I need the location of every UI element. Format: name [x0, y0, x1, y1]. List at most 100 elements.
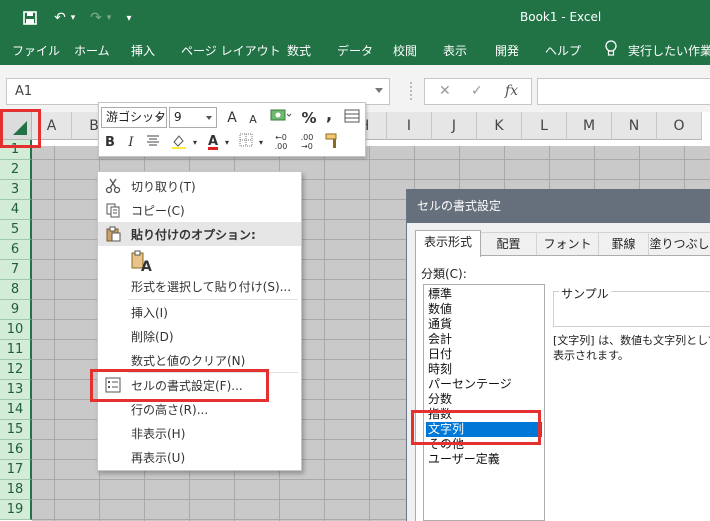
menu-item-copy[interactable]: コピー(C) [98, 198, 301, 222]
cancel-icon[interactable]: ✕ [439, 83, 451, 99]
tab-font[interactable]: フォント [537, 232, 599, 255]
row-header-3[interactable]: 3 [0, 180, 32, 200]
category-item[interactable]: 数値 [426, 302, 542, 317]
tab-help[interactable]: ヘルプ [545, 42, 581, 59]
chevron-down-icon[interactable]: ▾ [223, 133, 231, 153]
row-header-15[interactable]: 15 [0, 420, 32, 440]
tell-me-search[interactable]: 実行したい作業を [628, 42, 710, 59]
column-header-l[interactable]: L [522, 112, 567, 140]
tab-file[interactable]: ファイル [12, 42, 60, 59]
shrink-font-button[interactable]: A [247, 110, 259, 130]
column-header-n[interactable]: N [612, 112, 657, 140]
column-header-o[interactable]: O [657, 112, 702, 140]
category-item[interactable]: 会計 [426, 332, 542, 347]
copy-icon [105, 202, 121, 218]
column-header-k[interactable]: K [477, 112, 522, 140]
tab-review[interactable]: 校閲 [393, 42, 417, 59]
title-bar: ↶ ▾ ↷ ▾ ▾ Book1 - Excel [0, 0, 710, 36]
dialog-tabs: 表示形式 配置 フォント 罫線 塗りつぶし [415, 230, 710, 257]
font-size-combo[interactable]: 9 [169, 107, 217, 128]
format-painter-icon[interactable] [323, 132, 343, 152]
category-label: 分類(C): [421, 267, 467, 281]
row-header-12[interactable]: 12 [0, 360, 32, 380]
column-header-j[interactable]: J [432, 112, 477, 140]
format-painter-table-icon[interactable] [343, 108, 361, 128]
row-header-4[interactable]: 4 [0, 200, 32, 220]
menu-header-paste-options: 貼り付けのオプション: [98, 222, 301, 246]
grow-font-button[interactable]: A [225, 108, 239, 128]
redo-icon[interactable]: ↷ [86, 8, 106, 28]
increase-decimal-button[interactable]: ←0 .00 [269, 133, 293, 153]
column-header-i[interactable]: I [387, 112, 432, 140]
tab-home[interactable]: ホーム [74, 42, 110, 59]
name-box[interactable]: A1 [6, 78, 390, 105]
row-header-7[interactable]: 7 [0, 260, 32, 280]
row-header-9[interactable]: 9 [0, 300, 32, 320]
undo-dropdown-icon[interactable]: ▾ [68, 8, 78, 28]
menu-item-paste-special[interactable]: 形式を選択して貼り付け(S)... [98, 274, 301, 298]
chevron-down-icon[interactable]: ▾ [191, 133, 199, 153]
tab-page-layout[interactable]: ページ レイアウト [181, 42, 281, 59]
font-color-button[interactable]: A [205, 132, 221, 152]
tab-fill[interactable]: 塗りつぶし [649, 232, 710, 255]
row-header-13[interactable]: 13 [0, 380, 32, 400]
tab-insert[interactable]: 挿入 [131, 42, 155, 59]
row-header-11[interactable]: 11 [0, 340, 32, 360]
category-item[interactable]: 通貨 [426, 317, 542, 332]
splitter-handle[interactable] [410, 82, 412, 100]
percent-style-button[interactable]: % [301, 108, 317, 128]
tab-data[interactable]: データ [337, 42, 373, 59]
align-center-icon[interactable] [145, 133, 161, 153]
row-header-5[interactable]: 5 [0, 220, 32, 240]
bold-button[interactable]: B [103, 133, 117, 153]
comma-style-button[interactable]: , [323, 105, 335, 125]
menu-item-insert[interactable]: 挿入(I) [98, 300, 301, 324]
font-name-combo[interactable]: 游ゴシック [101, 107, 167, 128]
row-header-17[interactable]: 17 [0, 460, 32, 480]
menu-item-hide[interactable]: 非表示(H) [98, 421, 301, 445]
row-header-18[interactable]: 18 [0, 480, 32, 500]
tab-number-format[interactable]: 表示形式 [415, 230, 481, 257]
chevron-down-icon[interactable] [156, 116, 162, 120]
menu-item-cut[interactable]: 切り取り(T) [98, 174, 301, 198]
undo-icon[interactable]: ↶ [50, 8, 70, 28]
insert-function-icon[interactable]: fx [505, 83, 518, 99]
menu-item-unhide[interactable]: 再表示(U) [98, 445, 301, 469]
menu-item-delete[interactable]: 削除(D) [98, 324, 301, 348]
row-header-16[interactable]: 16 [0, 440, 32, 460]
category-item[interactable]: ユーザー定義 [426, 452, 542, 467]
customize-qat-icon[interactable]: ▾ [122, 8, 136, 28]
borders-icon[interactable] [237, 133, 255, 153]
row-header-6[interactable]: 6 [0, 240, 32, 260]
tab-view[interactable]: 表示 [443, 42, 467, 59]
row-header-2[interactable]: 2 [0, 160, 32, 180]
row-header-8[interactable]: 8 [0, 280, 32, 300]
row-header-19[interactable]: 19 [0, 500, 32, 520]
column-header-m[interactable]: M [567, 112, 612, 140]
row-header-10[interactable]: 10 [0, 320, 32, 340]
chevron-down-icon[interactable] [375, 88, 383, 93]
category-list[interactable]: 標準 数値 通貨 会計 日付 時刻 パーセンテージ 分数 指数 文字列 その他 … [423, 284, 545, 521]
row-header-14[interactable]: 14 [0, 400, 32, 420]
category-item[interactable]: パーセンテージ [426, 377, 542, 392]
tab-formulas[interactable]: 数式 [287, 42, 311, 59]
tab-alignment[interactable]: 配置 [481, 232, 537, 255]
decrease-decimal-button[interactable]: .00 →0 [295, 133, 319, 153]
tab-border[interactable]: 罫線 [599, 232, 649, 255]
chevron-down-icon[interactable] [206, 116, 212, 120]
window-title: Book1 - Excel [520, 10, 602, 24]
enter-icon[interactable]: ✓ [471, 83, 483, 99]
category-item[interactable]: 時刻 [426, 362, 542, 377]
tab-developer[interactable]: 開発 [495, 42, 519, 59]
number-format-button[interactable] [267, 107, 293, 127]
category-item[interactable]: 分数 [426, 392, 542, 407]
category-item[interactable]: 日付 [426, 347, 542, 362]
save-icon[interactable] [20, 8, 40, 28]
italic-button[interactable]: I [125, 133, 137, 153]
category-description: [文字列] は、数値も文字列として 表示されます。 [553, 333, 710, 363]
fill-color-icon[interactable] [169, 133, 189, 153]
formula-input[interactable] [537, 78, 710, 105]
category-item[interactable]: 標準 [426, 287, 542, 302]
chevron-down-icon[interactable]: ▾ [257, 133, 265, 153]
redo-dropdown-icon[interactable]: ▾ [104, 8, 114, 28]
